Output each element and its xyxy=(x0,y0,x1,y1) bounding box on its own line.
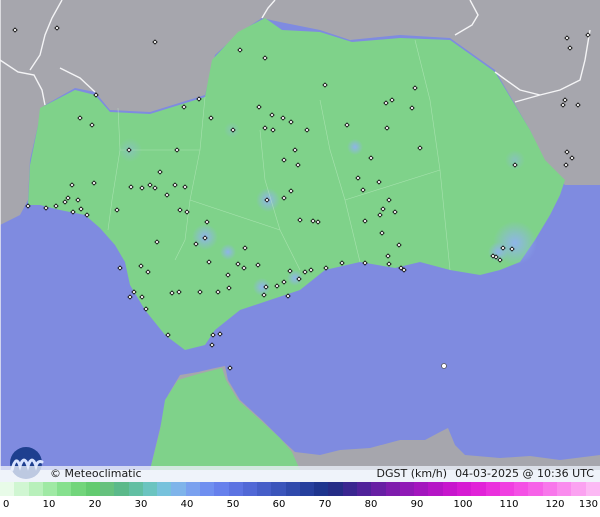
timestamp-label: 04-03-2025 @ 10:36 UTC xyxy=(455,467,594,480)
color-scale-label: 40 xyxy=(180,499,194,510)
color-scale-cell xyxy=(242,482,258,496)
color-scale-labels: 0 10 20 30 40 50 60 70 80 90 100 110 120 130 xyxy=(0,497,600,517)
color-scale-label: 0 xyxy=(3,499,10,510)
credit-label: Meteoclimatic xyxy=(64,467,142,480)
color-scale-label: 80 xyxy=(364,499,378,510)
color-scale-cell xyxy=(328,482,343,496)
color-scale-cell xyxy=(28,482,43,496)
color-scale-label: 120 xyxy=(545,499,565,510)
color-scale-cell xyxy=(442,482,457,496)
map-canvas xyxy=(0,0,600,470)
color-scale-label: 100 xyxy=(453,499,473,510)
color-scale-cell xyxy=(228,482,243,496)
color-scale-cell xyxy=(571,482,586,496)
color-scale-label: 130 xyxy=(578,499,598,510)
color-scale-cell xyxy=(185,482,200,496)
map-caption: DGST (km/h) 04-03-2025 @ 10:36 UTC xyxy=(377,467,594,480)
color-scale-cell xyxy=(85,482,100,496)
color-scale-label: 10 xyxy=(42,499,56,510)
color-scale-label: 70 xyxy=(318,499,332,510)
color-scale-cell xyxy=(485,482,500,496)
color-scale-cell xyxy=(542,482,557,496)
color-scale-cell xyxy=(457,482,472,496)
color-scale-cell xyxy=(257,482,272,496)
color-scale-label: 20 xyxy=(88,499,102,510)
color-scale-cell xyxy=(271,482,286,496)
color-scale-cell xyxy=(14,482,29,496)
color-scale-cell xyxy=(0,482,15,496)
color-scale-cell xyxy=(414,482,429,496)
color-scale-cell xyxy=(357,482,372,496)
color-scale-cell xyxy=(128,482,143,496)
color-scale-cell xyxy=(471,482,486,496)
color-scale-cell xyxy=(428,482,443,496)
color-scale-cell xyxy=(499,482,515,496)
color-scale-cell xyxy=(528,482,543,496)
color-scale-cell xyxy=(99,482,115,496)
color-scale-cell xyxy=(514,482,529,496)
color-scale-cell xyxy=(556,482,572,496)
color-scale-cell xyxy=(385,482,400,496)
color-scale-cell xyxy=(214,482,229,496)
color-scale-cell xyxy=(285,482,300,496)
color-scale xyxy=(0,482,600,496)
alboran-island-marker xyxy=(441,363,447,369)
color-scale-cell xyxy=(171,482,186,496)
color-scale-cell xyxy=(157,482,172,496)
color-scale-cell xyxy=(314,482,329,496)
color-scale-cell xyxy=(199,482,215,496)
color-scale-cell xyxy=(342,482,358,496)
color-scale-cell xyxy=(142,482,158,496)
color-scale-cell xyxy=(71,482,86,496)
color-scale-label: 90 xyxy=(410,499,424,510)
color-scale-cell xyxy=(371,482,386,496)
color-scale-label: 30 xyxy=(134,499,148,510)
color-scale-label: 60 xyxy=(272,499,286,510)
weather-map: © Meteoclimatic DGST (km/h) 04-03-2025 @ … xyxy=(0,0,600,517)
color-scale-label: 110 xyxy=(499,499,519,510)
color-scale-cell xyxy=(114,482,129,496)
color-scale-cell xyxy=(299,482,315,496)
color-scale-cell xyxy=(57,482,72,496)
color-scale-label: 50 xyxy=(226,499,240,510)
color-scale-cell xyxy=(399,482,415,496)
map-footer: © Meteoclimatic DGST (km/h) 04-03-2025 @ … xyxy=(0,466,600,482)
color-scale-cell xyxy=(585,482,600,496)
copyright-credit: © Meteoclimatic xyxy=(50,467,142,480)
variable-label: DGST (km/h) xyxy=(376,467,448,480)
color-scale-cell xyxy=(42,482,58,496)
